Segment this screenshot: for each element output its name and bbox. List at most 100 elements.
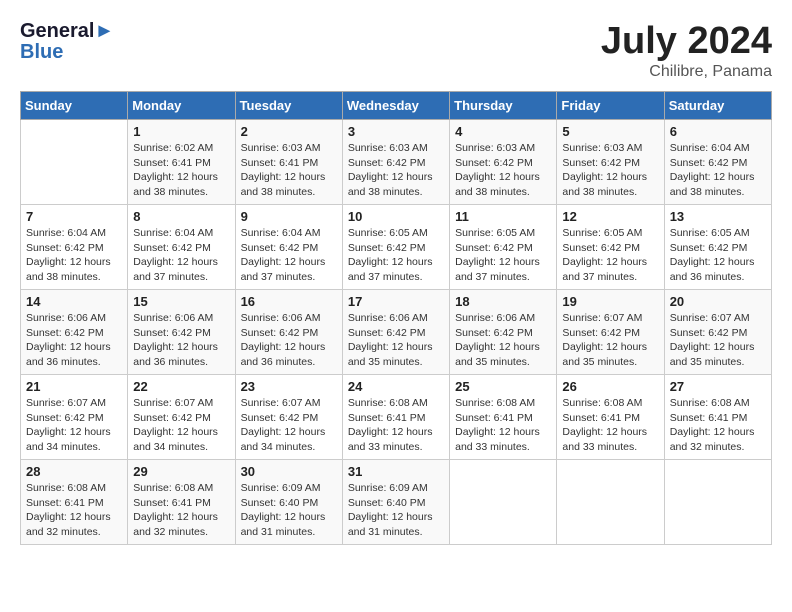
calendar-cell	[21, 120, 128, 205]
calendar-cell: 12Sunrise: 6:05 AMSunset: 6:42 PMDayligh…	[557, 205, 664, 290]
day-number: 23	[241, 379, 337, 394]
calendar-cell: 4 Sunrise: 6:03 AMSunset: 6:42 PMDaylight…	[450, 120, 557, 205]
day-number: 7	[26, 209, 122, 224]
title-block: July 2024 Chilibre, Panama	[601, 20, 772, 81]
day-number: 2	[241, 124, 337, 139]
day-number: 16	[241, 294, 337, 309]
day-info: Sunrise: 6:02 AMSunset: 6:41 PMDaylight:…	[133, 141, 229, 200]
calendar-cell: 26 Sunrise: 6:08 AMSunset: 6:41 PMDayligh…	[557, 375, 664, 460]
day-number: 8	[133, 209, 229, 224]
day-number: 11	[455, 209, 551, 224]
location-subtitle: Chilibre, Panama	[601, 63, 772, 81]
page-header: General► Blue July 2024 Chilibre, Panama	[20, 20, 772, 81]
col-header-friday: Friday	[557, 92, 664, 120]
day-number: 28	[26, 464, 122, 479]
month-title: July 2024	[601, 20, 772, 63]
logo-line2: Blue	[20, 41, 114, 64]
calendar-cell: 31 Sunrise: 6:09 AMSunset: 6:40 PMDayligh…	[342, 460, 449, 545]
week-row-5: 28 Sunrise: 6:08 AMSunset: 6:41 PMDayligh…	[21, 460, 772, 545]
day-number: 31	[348, 464, 444, 479]
day-number: 14	[26, 294, 122, 309]
day-info: Sunrise: 6:08 AMSunset: 6:41 PMDaylight:…	[455, 396, 551, 455]
day-info: Sunrise: 6:07 AMSunset: 6:42 PMDaylight:…	[562, 311, 658, 370]
day-info: Sunrise: 6:05 AMSunset: 6:42 PMDaylight:…	[348, 226, 444, 285]
week-row-4: 21 Sunrise: 6:07 AMSunset: 6:42 PMDayligh…	[21, 375, 772, 460]
col-header-saturday: Saturday	[664, 92, 771, 120]
day-number: 27	[670, 379, 766, 394]
calendar-cell: 9 Sunrise: 6:04 AMSunset: 6:42 PMDaylight…	[235, 205, 342, 290]
day-number: 3	[348, 124, 444, 139]
day-info: Sunrise: 6:06 AMSunset: 6:42 PMDaylight:…	[241, 311, 337, 370]
day-number: 9	[241, 209, 337, 224]
day-number: 4	[455, 124, 551, 139]
day-number: 25	[455, 379, 551, 394]
logo: General► Blue	[20, 20, 114, 64]
calendar-cell: 28 Sunrise: 6:08 AMSunset: 6:41 PMDayligh…	[21, 460, 128, 545]
calendar-cell: 29 Sunrise: 6:08 AMSunset: 6:41 PMDayligh…	[128, 460, 235, 545]
week-row-1: 1 Sunrise: 6:02 AMSunset: 6:41 PMDaylight…	[21, 120, 772, 205]
col-header-tuesday: Tuesday	[235, 92, 342, 120]
day-number: 22	[133, 379, 229, 394]
day-number: 1	[133, 124, 229, 139]
calendar-cell: 10 Sunrise: 6:05 AMSunset: 6:42 PMDayligh…	[342, 205, 449, 290]
day-number: 21	[26, 379, 122, 394]
day-number: 26	[562, 379, 658, 394]
calendar-cell: 11 Sunrise: 6:05 AMSunset: 6:42 PMDayligh…	[450, 205, 557, 290]
day-number: 5	[562, 124, 658, 139]
day-info: Sunrise: 6:08 AMSunset: 6:41 PMDaylight:…	[348, 396, 444, 455]
day-info: Sunrise: 6:04 AMSunset: 6:42 PMDaylight:…	[133, 226, 229, 285]
day-info: Sunrise: 6:06 AMSunset: 6:42 PMDaylight:…	[133, 311, 229, 370]
day-info: Sunrise: 6:08 AMSunset: 6:41 PMDaylight:…	[133, 481, 229, 540]
calendar-cell: 7Sunrise: 6:04 AMSunset: 6:42 PMDaylight…	[21, 205, 128, 290]
calendar-cell: 2 Sunrise: 6:03 AMSunset: 6:41 PMDaylight…	[235, 120, 342, 205]
day-info: Sunrise: 6:03 AMSunset: 6:42 PMDaylight:…	[562, 141, 658, 200]
calendar-cell: 30Sunrise: 6:09 AMSunset: 6:40 PMDayligh…	[235, 460, 342, 545]
calendar-table: SundayMondayTuesdayWednesdayThursdayFrid…	[20, 91, 772, 545]
day-number: 13	[670, 209, 766, 224]
day-number: 12	[562, 209, 658, 224]
calendar-cell: 15 Sunrise: 6:06 AMSunset: 6:42 PMDayligh…	[128, 290, 235, 375]
calendar-cell: 1 Sunrise: 6:02 AMSunset: 6:41 PMDaylight…	[128, 120, 235, 205]
day-info: Sunrise: 6:06 AMSunset: 6:42 PMDaylight:…	[26, 311, 122, 370]
calendar-cell: 20 Sunrise: 6:07 AMSunset: 6:42 PMDayligh…	[664, 290, 771, 375]
calendar-cell: 16 Sunrise: 6:06 AMSunset: 6:42 PMDayligh…	[235, 290, 342, 375]
day-info: Sunrise: 6:03 AMSunset: 6:41 PMDaylight:…	[241, 141, 337, 200]
calendar-cell: 27Sunrise: 6:08 AMSunset: 6:41 PMDayligh…	[664, 375, 771, 460]
day-number: 10	[348, 209, 444, 224]
day-number: 19	[562, 294, 658, 309]
day-number: 24	[348, 379, 444, 394]
day-info: Sunrise: 6:05 AMSunset: 6:42 PMDaylight:…	[670, 226, 766, 285]
day-info: Sunrise: 6:07 AMSunset: 6:42 PMDaylight:…	[26, 396, 122, 455]
col-header-wednesday: Wednesday	[342, 92, 449, 120]
calendar-cell: 14 Sunrise: 6:06 AMSunset: 6:42 PMDayligh…	[21, 290, 128, 375]
day-info: Sunrise: 6:04 AMSunset: 6:42 PMDaylight:…	[241, 226, 337, 285]
day-number: 29	[133, 464, 229, 479]
calendar-cell: 5 Sunrise: 6:03 AMSunset: 6:42 PMDaylight…	[557, 120, 664, 205]
day-info: Sunrise: 6:07 AMSunset: 6:42 PMDaylight:…	[133, 396, 229, 455]
day-number: 15	[133, 294, 229, 309]
week-row-3: 14 Sunrise: 6:06 AMSunset: 6:42 PMDayligh…	[21, 290, 772, 375]
day-info: Sunrise: 6:08 AMSunset: 6:41 PMDaylight:…	[26, 481, 122, 540]
day-info: Sunrise: 6:03 AMSunset: 6:42 PMDaylight:…	[455, 141, 551, 200]
calendar-cell	[664, 460, 771, 545]
day-info: Sunrise: 6:04 AMSunset: 6:42 PMDaylight:…	[670, 141, 766, 200]
day-number: 20	[670, 294, 766, 309]
calendar-cell: 3Sunrise: 6:03 AMSunset: 6:42 PMDaylight…	[342, 120, 449, 205]
day-number: 6	[670, 124, 766, 139]
day-info: Sunrise: 6:05 AMSunset: 6:42 PMDaylight:…	[455, 226, 551, 285]
day-info: Sunrise: 6:07 AMSunset: 6:42 PMDaylight:…	[241, 396, 337, 455]
day-info: Sunrise: 6:06 AMSunset: 6:42 PMDaylight:…	[455, 311, 551, 370]
calendar-cell: 25 Sunrise: 6:08 AMSunset: 6:41 PMDayligh…	[450, 375, 557, 460]
day-info: Sunrise: 6:08 AMSunset: 6:41 PMDaylight:…	[562, 396, 658, 455]
day-info: Sunrise: 6:09 AMSunset: 6:40 PMDaylight:…	[348, 481, 444, 540]
col-header-sunday: Sunday	[21, 92, 128, 120]
week-row-2: 7 Sunrise: 6:04 AMSunset: 6:42 PMDaylight…	[21, 205, 772, 290]
calendar-cell: 22 Sunrise: 6:07 AMSunset: 6:42 PMDayligh…	[128, 375, 235, 460]
calendar-cell	[557, 460, 664, 545]
col-header-thursday: Thursday	[450, 92, 557, 120]
day-info: Sunrise: 6:06 AMSunset: 6:42 PMDaylight:…	[348, 311, 444, 370]
calendar-cell	[450, 460, 557, 545]
day-info: Sunrise: 6:07 AMSunset: 6:42 PMDaylight:…	[670, 311, 766, 370]
calendar-cell: 24 Sunrise: 6:08 AMSunset: 6:41 PMDayligh…	[342, 375, 449, 460]
calendar-cell: 23 Sunrise: 6:07 AMSunset: 6:42 PMDayligh…	[235, 375, 342, 460]
